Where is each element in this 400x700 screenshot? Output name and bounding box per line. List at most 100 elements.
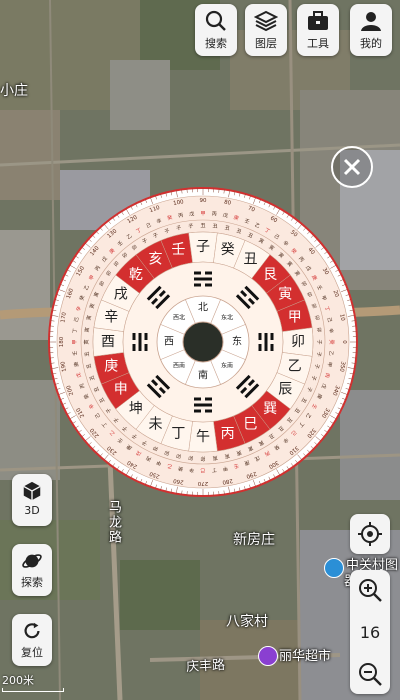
mountain-label: 亥 [149, 252, 163, 268]
ring-char: 壬 [71, 350, 78, 356]
ring-char: 寅 [83, 339, 90, 344]
ring-char: 子 [316, 339, 323, 344]
direction-label: 北 [198, 302, 208, 314]
luopan-compass[interactable]: 0102030405060708090100110120130140150160… [48, 187, 358, 497]
mountain-label: 酉 [101, 334, 115, 350]
ring-char: 丑 [200, 223, 205, 229]
place-label: 八家村 [226, 614, 268, 630]
ring-char: 卯 [200, 455, 205, 462]
zoom-control: 16 [350, 570, 390, 694]
ring-char: 丙 [211, 211, 217, 217]
scale-bar [2, 688, 64, 692]
mountain-label: 艮 [263, 267, 277, 283]
layers-button[interactable]: 图层 [245, 4, 287, 56]
mountain-label: 甲 [288, 309, 302, 325]
mountain-label: 申 [114, 382, 128, 398]
ring-char: 卯 [315, 327, 322, 333]
locate-button[interactable] [350, 514, 390, 554]
mountain-label: 乾 [129, 267, 143, 283]
ring-char: 子 [188, 222, 194, 229]
direction-label: 南 [198, 369, 208, 382]
planet-icon [22, 554, 42, 568]
ring-char: 丁 [72, 328, 78, 334]
reset-button[interactable]: 复位 [12, 614, 52, 666]
mountain-label: 未 [149, 416, 163, 432]
degree-label: 0 [341, 340, 347, 344]
direction-label: 东 [232, 335, 242, 348]
direction-label: 东北 [221, 313, 233, 321]
close-compass-button[interactable] [331, 146, 373, 188]
mountain-label: 寅 [278, 286, 292, 303]
direction-label: 东南 [221, 362, 233, 370]
search-button[interactable]: 搜索 [195, 4, 237, 56]
ring-char: 己 [74, 317, 81, 323]
road-label: 庆丰路 [185, 657, 226, 676]
mountain-label: 巽 [263, 401, 277, 417]
profile-button[interactable]: 我的 [350, 4, 392, 56]
mountain-label: 卯 [291, 334, 305, 350]
search-label: 搜索 [205, 37, 227, 50]
library-pin-icon[interactable] [324, 558, 344, 578]
mountain-label: 丑 [244, 252, 258, 268]
mountain-label: 丁 [171, 426, 185, 442]
mountain-label: 午 [196, 429, 210, 445]
compass-center [182, 321, 224, 363]
mountain-label: 乙 [288, 359, 302, 375]
refresh-icon [24, 622, 40, 639]
tools-button[interactable]: 工具 [297, 4, 339, 56]
ring-char: 辛 [327, 328, 334, 334]
ring-char: 己 [326, 317, 333, 323]
ring-char: 辛 [189, 466, 195, 473]
mountain-label: 巳 [244, 416, 258, 432]
ring-char: 甲 [222, 465, 228, 472]
place-label: 小庄 [0, 83, 28, 99]
ring-char: 子 [315, 351, 322, 357]
layers-label: 图层 [255, 37, 277, 50]
scale-label: 200米 [2, 674, 34, 687]
reset-label: 复位 [21, 646, 43, 659]
direction-label: 西 [164, 337, 174, 348]
tools-label: 工具 [307, 37, 329, 50]
road-label: 马龙路 [106, 500, 121, 545]
ring-char: 甲 [72, 339, 78, 344]
ring-char: 寅 [83, 327, 90, 333]
zoom-in-icon[interactable] [356, 576, 384, 604]
user-icon [361, 12, 381, 31]
ring-char: 甲 [200, 211, 205, 217]
ring-char: 癸 [328, 339, 335, 344]
explore-label: 探索 [21, 576, 43, 589]
direction-label: 西北 [173, 313, 185, 321]
direction-label: 西南 [173, 362, 185, 370]
ring-char: 卯 [188, 454, 194, 461]
mountain-label: 坤 [129, 401, 143, 417]
poi-label[interactable]: 丽华超市 [279, 645, 331, 664]
ring-char: 丙 [178, 213, 184, 220]
mountain-label: 辛 [104, 309, 118, 325]
3d-button[interactable]: 3D [12, 474, 52, 526]
cube-icon [23, 481, 41, 501]
3d-label: 3D [24, 504, 40, 517]
mountain-label: 子 [196, 239, 210, 255]
explore-button[interactable]: 探索 [12, 544, 52, 596]
shopping-pin-icon[interactable] [258, 646, 278, 666]
crosshair-icon [358, 522, 382, 546]
profile-label: 我的 [360, 37, 382, 50]
ring-char: 寅 [212, 454, 218, 461]
ring-char: 丑 [84, 351, 90, 357]
mountain-label: 癸 [221, 242, 235, 258]
zoom-out-icon[interactable] [356, 660, 384, 688]
ring-char: 乙 [327, 350, 334, 356]
layers-icon [254, 10, 278, 32]
toolbox-icon [308, 11, 328, 30]
degree-label: 270 [197, 480, 208, 486]
close-icon [343, 158, 361, 176]
degree-label: 90 [200, 198, 207, 204]
mountain-label: 庚 [104, 359, 118, 375]
mountain-label: 辰 [278, 382, 292, 398]
zoom-level: 16 [359, 622, 381, 642]
degree-label: 180 [59, 336, 65, 347]
ring-char: 丑 [212, 223, 218, 229]
search-icon [205, 10, 226, 31]
ring-char: 己 [200, 467, 205, 473]
ring-char: 甲 [326, 361, 333, 367]
